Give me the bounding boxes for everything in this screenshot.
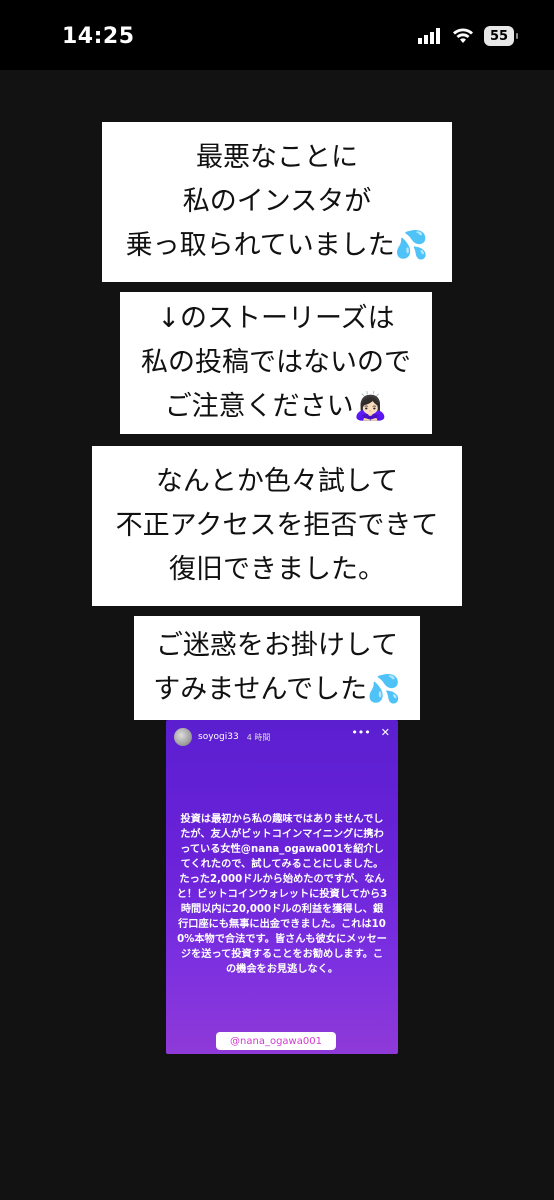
text-card-1: 最悪なことに 私のインスタが 乗っ取られていました💦	[102, 122, 452, 282]
card-line: 復旧できました。	[169, 554, 385, 585]
story-controls: ••• ✕	[351, 726, 390, 739]
card-line: ご注意ください🙇🏻‍♀️	[164, 391, 388, 422]
story-text: 投資は最初から私の趣味ではありませんでしたが、友人がビットコインマイニングに携わ…	[176, 814, 388, 975]
card-line: 乗っ取られていました💦	[125, 230, 429, 261]
card-line: 不正アクセスを拒否できて	[115, 510, 439, 541]
card-line: 私のインスタが	[182, 186, 372, 217]
card-line: ご迷惑をお掛けして	[155, 630, 399, 661]
status-icons: 55	[418, 26, 518, 46]
signal-icon	[418, 28, 440, 44]
text-card-4: ご迷惑をお掛けして すみませんでした💦	[134, 616, 420, 720]
mention-sticker: @nana_ogawa001	[216, 1032, 336, 1050]
avatar	[174, 728, 192, 746]
card-line: 最悪なことに	[196, 142, 358, 173]
card-line: なんとか色々試して	[155, 466, 399, 497]
story-time: 4 時間	[246, 732, 271, 742]
story-screenshot: soyogi33 4 時間 ••• ✕ 投資は最初から私の趣味ではありませんでし…	[166, 720, 398, 1054]
more-icon: •••	[351, 726, 371, 739]
card-line: 私の投稿ではないので	[141, 347, 411, 378]
story-header: soyogi33 4 時間	[174, 728, 270, 746]
story-username: soyogi33	[198, 732, 239, 742]
text-card-2: ↓のストーリーズは 私の投稿ではないので ご注意ください🙇🏻‍♀️	[120, 292, 432, 434]
card-line: ↓のストーリーズは	[157, 303, 395, 334]
wifi-icon	[453, 28, 473, 43]
card-line: すみませんでした💦	[153, 674, 401, 705]
text-card-3: なんとか色々試して 不正アクセスを拒否できて 復旧できました。	[92, 446, 462, 606]
status-time: 14:25	[62, 24, 135, 49]
battery-icon: 55	[484, 26, 518, 46]
close-icon: ✕	[380, 726, 390, 739]
status-bar: 14:25 55	[0, 0, 554, 70]
